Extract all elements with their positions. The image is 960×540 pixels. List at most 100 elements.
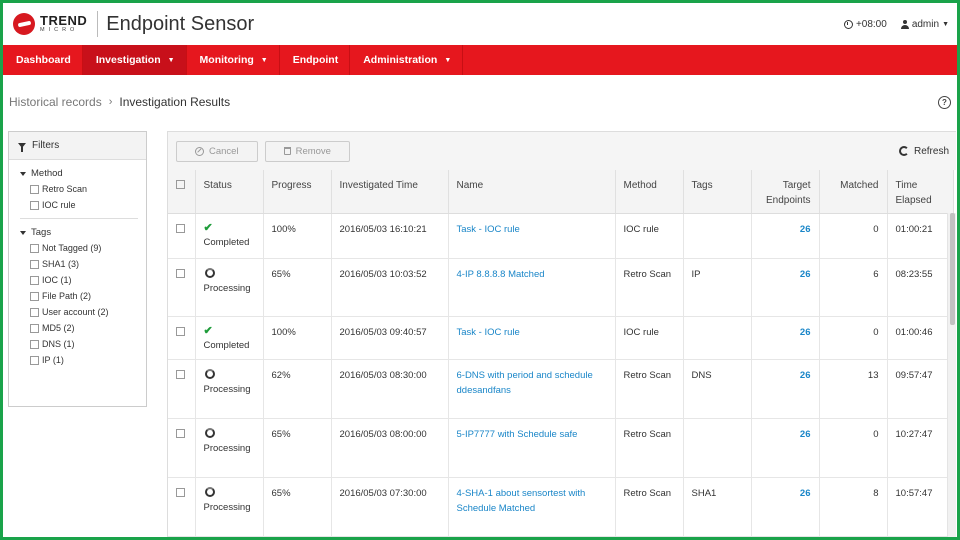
method-cell: IOC rule [615, 316, 684, 360]
filter-option[interactable]: IOC (1) [20, 272, 146, 288]
status-text: Processing [203, 383, 251, 395]
filter-option[interactable]: File Path (2) [20, 288, 146, 304]
status-cell: ✔ Completed [195, 213, 264, 259]
table-row[interactable]: Processing 65% 2016/05/03 07:30:00 4-SHA… [168, 477, 954, 537]
investigated-time-cell: 2016/05/03 07:30:00 [331, 477, 449, 537]
column-header-status[interactable]: Status [195, 170, 264, 214]
filters-header[interactable]: Filters [9, 132, 146, 160]
nav-administration[interactable]: Administration ▼ [350, 45, 464, 75]
column-header-progress[interactable]: Progress [263, 170, 332, 214]
filter-option[interactable]: SHA1 (3) [20, 256, 146, 272]
filter-option-label: User account (2) [42, 307, 109, 317]
column-header-method[interactable]: Method [615, 170, 684, 214]
checkbox[interactable] [30, 339, 39, 349]
row-checkbox[interactable] [176, 268, 185, 278]
checkbox[interactable] [30, 355, 39, 365]
checkbox[interactable] [30, 291, 39, 301]
progress-cell: 65% [263, 477, 332, 537]
time-elapsed-cell: 10:27:47 [887, 418, 954, 478]
breadcrumb-historical-records[interactable]: Historical records [9, 95, 102, 109]
nav-investigation-label: Investigation [95, 54, 161, 66]
status-cell: ✔ Completed [195, 316, 264, 360]
column-header-matched[interactable]: Matched [819, 170, 888, 214]
nav-investigation[interactable]: Investigation ▼ [82, 45, 187, 75]
refresh-button[interactable]: Refresh [898, 146, 949, 157]
filter-option[interactable]: IOC rule [20, 197, 146, 213]
target-endpoints-link[interactable]: 26 [751, 258, 820, 317]
filter-option[interactable]: User account (2) [20, 304, 146, 320]
remove-button[interactable]: Remove [264, 140, 350, 162]
row-checkbox[interactable] [176, 369, 185, 379]
filter-option[interactable]: Not Tagged (9) [20, 240, 146, 256]
table-row[interactable]: Processing 65% 2016/05/03 08:00:00 5-IP7… [168, 418, 954, 478]
results-toolbar: Cancel Remove Refresh [168, 132, 956, 170]
select-all-checkbox[interactable] [176, 180, 185, 189]
checkbox[interactable] [30, 323, 39, 333]
filter-icon [18, 143, 26, 152]
row-checkbox[interactable] [176, 223, 185, 233]
task-name-link[interactable]: 4-IP 8.8.8.8 Matched [448, 258, 616, 317]
checkbox[interactable] [30, 184, 39, 194]
refresh-icon [898, 146, 909, 156]
cancel-button[interactable]: Cancel [176, 140, 258, 162]
scrollbar-thumb[interactable] [950, 213, 955, 325]
method-group-title: Method [31, 168, 63, 179]
row-checkbox[interactable] [176, 428, 185, 438]
filter-option-label: SHA1 (3) [42, 259, 80, 269]
checkbox[interactable] [30, 200, 39, 210]
logo-trend-text: TREND [40, 13, 88, 29]
vertical-scrollbar[interactable] [947, 213, 956, 537]
method-group-toggle[interactable]: Method [20, 168, 146, 179]
target-endpoints-link[interactable]: 26 [751, 213, 820, 259]
task-name-link[interactable]: Task - IOC rule [448, 316, 616, 360]
user-menu[interactable]: admin ▼ [900, 19, 949, 30]
column-header-name[interactable]: Name [448, 170, 616, 214]
table-row[interactable]: ✔ Completed 100% 2016/05/03 16:10:21 Task… [168, 213, 954, 259]
task-name-link[interactable]: Task - IOC rule [448, 213, 616, 259]
processing-icon [204, 427, 215, 438]
column-header-target-endpoints[interactable]: Target Endpoints [751, 170, 820, 214]
filter-option-label: IP (1) [42, 355, 64, 365]
table-row[interactable]: ✔ Completed 100% 2016/05/03 09:40:57 Task… [168, 316, 954, 360]
task-name-link[interactable]: 4-SHA-1 about sensortest with Schedule M… [448, 477, 616, 537]
table-row[interactable]: Processing 65% 2016/05/03 10:03:52 4-IP … [168, 258, 954, 317]
timezone-label: +08:00 [855, 18, 887, 30]
filter-option[interactable]: DNS (1) [20, 336, 146, 352]
filter-option-label: DNS (1) [42, 339, 75, 349]
matched-cell: 0 [819, 316, 888, 360]
timezone-indicator[interactable]: +08:00 [843, 18, 887, 30]
method-cell: Retro Scan [615, 258, 684, 317]
target-endpoints-link[interactable]: 26 [751, 418, 820, 478]
target-endpoints-link[interactable]: 26 [751, 316, 820, 360]
filter-option[interactable]: IP (1) [20, 352, 146, 368]
filter-option[interactable]: Retro Scan [20, 181, 146, 197]
logo-micro-text: MICRO [40, 27, 79, 34]
checkbox[interactable] [30, 275, 39, 285]
filter-option-label: IOC (1) [42, 275, 72, 285]
filter-option[interactable]: MD5 (2) [20, 320, 146, 336]
target-endpoints-link[interactable]: 26 [751, 477, 820, 537]
column-header-tags[interactable]: Tags [683, 170, 752, 214]
task-name-link[interactable]: 6-DNS with period and schedule ddesandfa… [448, 359, 616, 419]
tags-cell: IP [683, 258, 752, 317]
column-header-time-elapsed[interactable]: Time Elapsed [887, 170, 954, 214]
task-name-link[interactable]: 5-IP7777 with Schedule safe [448, 418, 616, 478]
column-header-investigated-time[interactable]: Investigated Time [331, 170, 449, 214]
nav-endpoint[interactable]: Endpoint [280, 45, 351, 75]
nav-dashboard[interactable]: Dashboard [3, 45, 83, 75]
cancel-icon [195, 146, 204, 156]
nav-monitoring[interactable]: Monitoring ▼ [187, 45, 280, 75]
help-icon[interactable]: ? [938, 95, 951, 109]
progress-cell: 100% [263, 213, 332, 259]
checkbox[interactable] [30, 259, 39, 269]
tags-group-toggle[interactable]: Tags [20, 227, 146, 238]
row-checkbox[interactable] [176, 326, 185, 336]
table-row[interactable]: Processing 62% 2016/05/03 08:30:00 6-DNS… [168, 359, 954, 419]
checkbox[interactable] [30, 307, 39, 317]
target-endpoints-link[interactable]: 26 [751, 359, 820, 419]
checkbox[interactable] [30, 243, 39, 253]
nav-administration-label: Administration [363, 54, 438, 66]
cancel-button-label: Cancel [209, 145, 239, 157]
tags-cell [683, 213, 752, 259]
row-checkbox[interactable] [176, 487, 185, 497]
